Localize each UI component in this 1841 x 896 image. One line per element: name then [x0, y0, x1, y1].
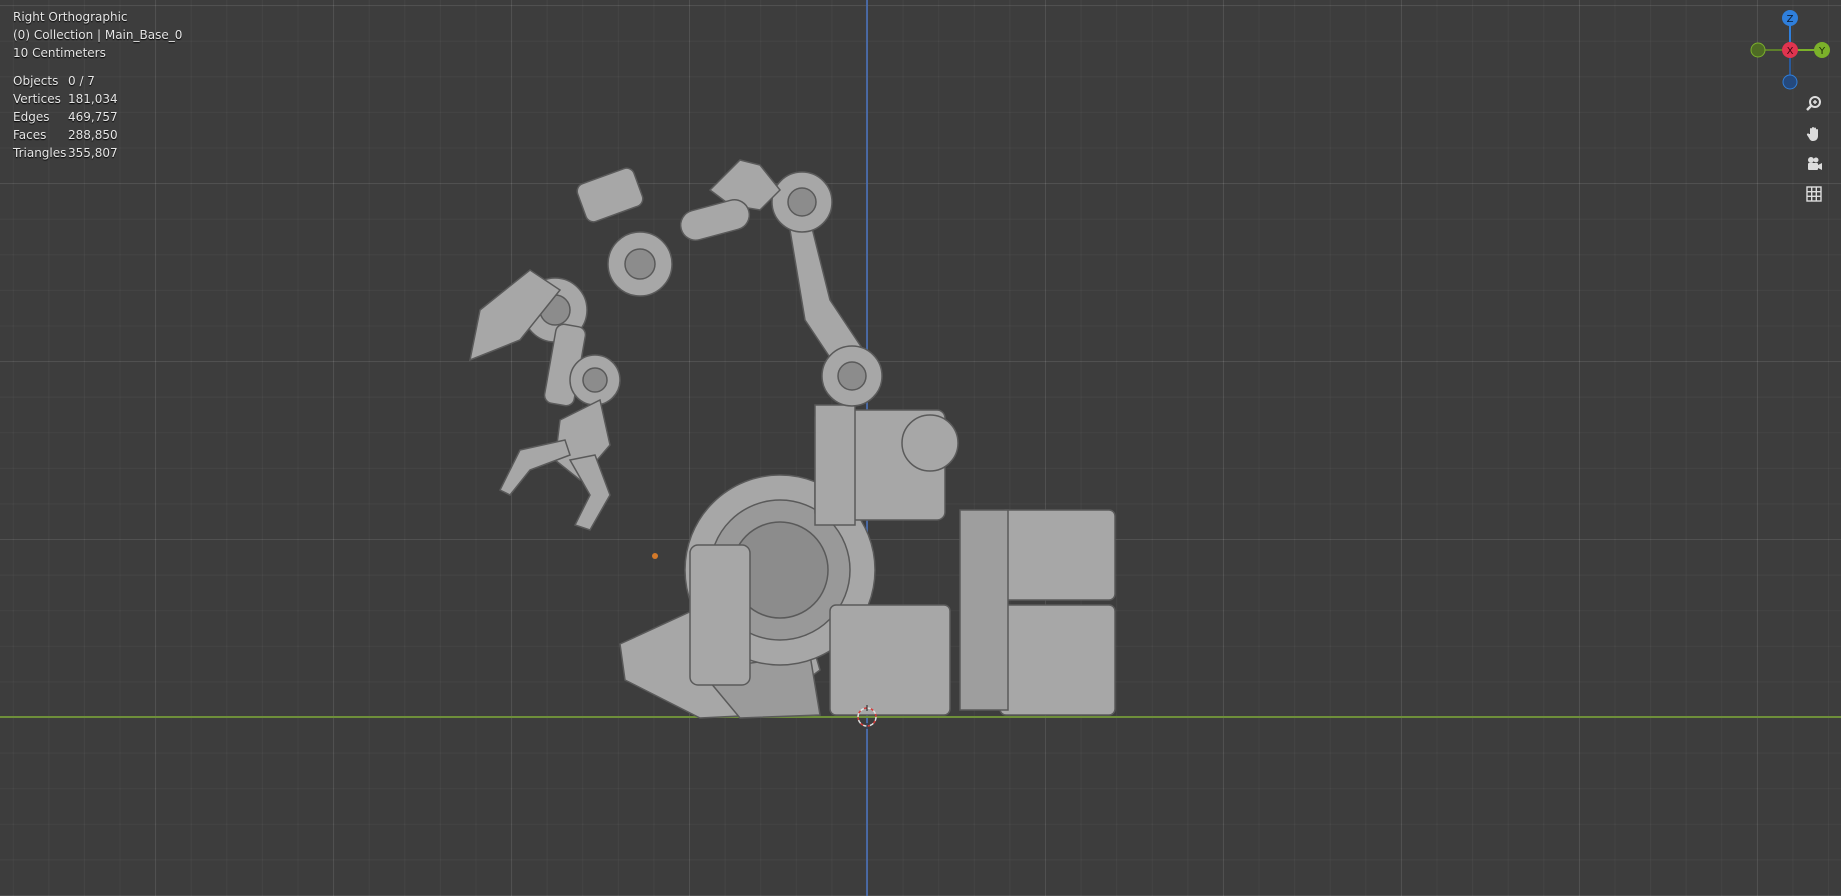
3d-cursor-icon — [857, 705, 877, 729]
stat-edges: Edges 469,757 — [13, 110, 118, 124]
camera-icon[interactable] — [1800, 150, 1828, 178]
svg-text:Y: Y — [1818, 46, 1826, 57]
scene-stats: Objects 0 / 7 Vertices 181,034 Edges 469… — [13, 72, 182, 162]
collection-line: (0) Collection | Main_Base_0 — [13, 28, 183, 42]
stat-objects: Objects 0 / 7 — [13, 74, 95, 88]
stat-triangles: Triangles 355,807 — [13, 146, 118, 160]
navigation-gizmo[interactable]: Z Y X — [1745, 8, 1835, 93]
viewport-overlay: Right Orthographic (0) Collection | Main… — [13, 8, 182, 162]
zoom-icon[interactable] — [1800, 90, 1828, 118]
grid-ortho-icon[interactable] — [1800, 180, 1828, 208]
stat-faces: Faces 288,850 — [13, 128, 118, 142]
3d-viewport[interactable]: Right Orthographic (0) Collection | Main… — [0, 0, 1841, 896]
svg-text:X: X — [1787, 46, 1794, 57]
stat-vertices: Vertices 181,034 — [13, 92, 118, 106]
gizmo-neg-z-handle — [1782, 74, 1798, 90]
svg-text:Z: Z — [1787, 14, 1794, 25]
scale-line: 10 Centimeters — [13, 46, 106, 60]
view-name: Right Orthographic — [13, 10, 128, 24]
hand-pan-icon[interactable] — [1800, 120, 1828, 148]
gizmo-neg-y-handle — [1750, 42, 1766, 58]
robot-arm-model[interactable] — [460, 150, 1180, 720]
